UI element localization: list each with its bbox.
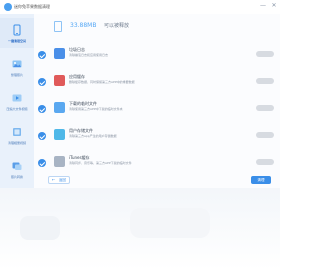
releasable-text: 可以被释放	[104, 23, 130, 29]
row-description: 清除使用第三方APP中下载的临时文件夹	[69, 107, 123, 111]
sidebar-item-one-click-clean[interactable]: 一键清理空间	[0, 18, 34, 48]
itunes-icon	[54, 156, 65, 167]
list-item[interactable]: 垃圾日志 清除崩溃日志和应用使用日志	[38, 46, 274, 66]
photo-icon	[12, 60, 22, 68]
arrow-left-icon: ←	[52, 177, 56, 182]
row-description: 清除同步、音乐等，第三方APP下载的临时文件	[69, 161, 132, 165]
row-checkbox[interactable]	[38, 78, 46, 86]
list-item[interactable]: 下载的临时文件 清除使用第三方APP中下载的临时文件夹	[38, 100, 274, 120]
list-item[interactable]: 应用缓存 删除缓存数据，同时保留第三方APP中的重要数据	[38, 73, 274, 93]
log-icon	[54, 48, 65, 59]
releasable-size: 33.88MB	[70, 22, 97, 29]
background-shape	[130, 208, 210, 238]
cache-icon	[54, 75, 65, 86]
sidebar-item-clean-album-videos[interactable]: 清理相册视频	[0, 120, 34, 150]
row-checkbox[interactable]	[38, 132, 46, 140]
sidebar-item-compress-videos[interactable]: 压缩大文件视频	[0, 86, 34, 116]
row-action-button[interactable]	[256, 78, 274, 84]
sidebar-item-label: 整理照片	[10, 73, 23, 77]
row-description: 清除第三方app产生的用户存储数据	[69, 134, 117, 138]
back-button[interactable]: ← 返回	[48, 176, 70, 184]
clean-button[interactable]: 清理	[251, 176, 271, 184]
sidebar-item-photo-convert[interactable]: 照片转换	[0, 154, 34, 184]
photo-convert-icon	[12, 162, 22, 170]
phone-icon	[54, 21, 62, 32]
row-action-button[interactable]	[256, 132, 274, 138]
storage-icon	[54, 129, 65, 140]
app-logo-icon	[4, 3, 12, 11]
phone-clean-icon	[13, 24, 21, 36]
sidebar-item-label: 一键清理空间	[7, 39, 26, 43]
download-icon	[54, 102, 65, 113]
background-area	[0, 188, 280, 270]
row-action-button[interactable]	[256, 105, 274, 111]
row-action-button[interactable]	[256, 51, 274, 57]
photo-video-icon	[13, 128, 21, 136]
background-shape	[20, 216, 60, 240]
row-checkbox[interactable]	[38, 105, 46, 113]
row-checkbox[interactable]	[38, 51, 46, 59]
row-description: 清除崩溃日志和应用使用日志	[69, 53, 109, 57]
window-title: 迷你兔苹果数据清理	[14, 4, 50, 9]
list-item[interactable]: 用户存储文件 清除第三方app产生的用户存储数据	[38, 127, 274, 147]
window-controls: — ✕	[260, 2, 277, 10]
back-button-label: 返回	[59, 178, 66, 182]
close-button[interactable]: ✕	[271, 2, 277, 10]
main-panel: 33.88MB 可以被释放 垃圾日志 清除崩溃日志和应用使用日志 应用缓存 删除…	[34, 14, 280, 188]
sidebar-item-organize-photos[interactable]: 整理照片	[0, 52, 34, 82]
sidebar-item-label: 压缩大文件视频	[6, 107, 28, 111]
sidebar-item-label: 照片转换	[10, 175, 23, 179]
title-bar: 迷你兔苹果数据清理 — ✕	[0, 0, 280, 14]
row-action-button[interactable]	[256, 159, 274, 165]
sidebar: 一键清理空间 整理照片 压缩大文件视频 清理相册视频 照片转换	[0, 14, 34, 188]
list-item[interactable]: iTunes缓存 清除同步、音乐等，第三方APP下载的临时文件	[38, 154, 274, 174]
bottom-bar: ← 返回 清理	[34, 173, 280, 188]
minimize-button[interactable]: —	[260, 2, 266, 10]
row-description: 删除缓存数据，同时保留第三方APP中的重要数据	[69, 80, 135, 84]
video-compress-icon	[12, 94, 22, 102]
row-checkbox[interactable]	[38, 159, 46, 167]
sidebar-item-label: 清理相册视频	[7, 141, 26, 145]
